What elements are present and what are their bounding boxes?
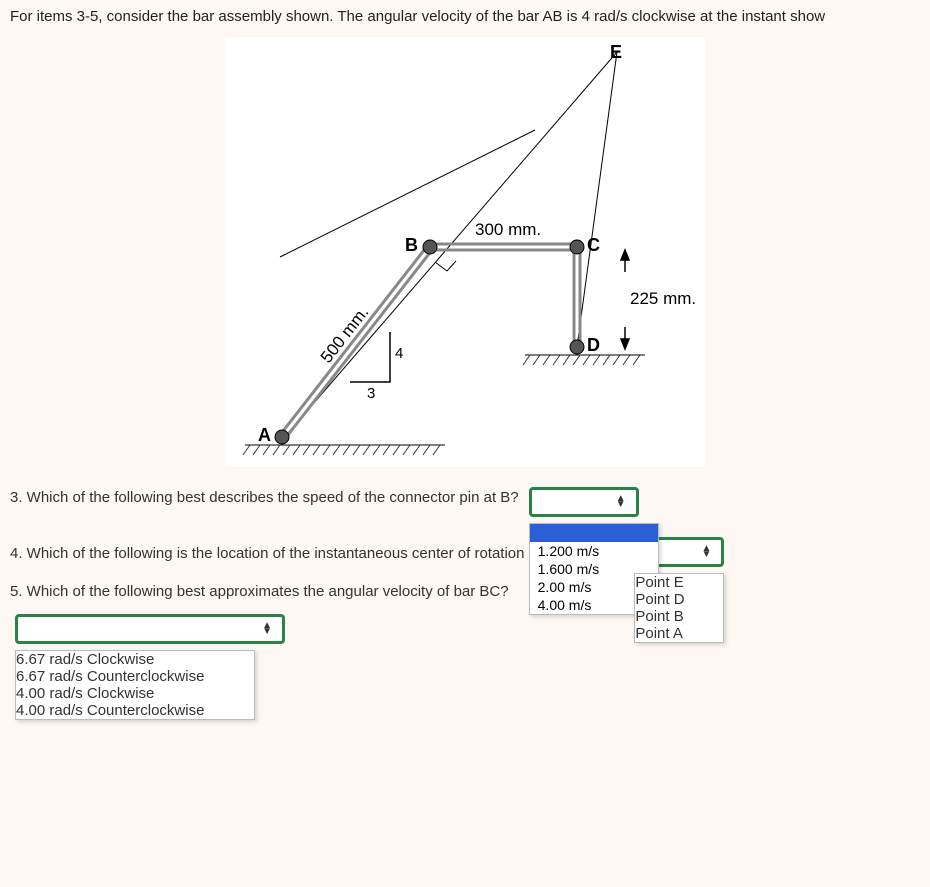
q4-option[interactable]: Point B (635, 608, 723, 625)
q5-option[interactable]: 6.67 rad/s Clockwise (16, 651, 254, 668)
q3-blank-selected[interactable] (530, 524, 658, 542)
q5-dropdown[interactable]: 6.67 rad/s Clockwise 6.67 rad/s Counterc… (15, 650, 255, 720)
question-3-text: 3. Which of the following best describes… (10, 487, 519, 506)
label-slope-run: 3 (367, 385, 375, 402)
chevron-updown-icon: ▲▼ (616, 496, 626, 508)
q3-select[interactable]: ▲▼ (529, 487, 639, 517)
question-5-text: 5. Which of the following best approxima… (10, 581, 509, 600)
diagram-figure: E B C D A 300 mm. 225 mm. 500 mm. 3 4 (225, 37, 705, 467)
q5-option[interactable]: 6.67 rad/s Counterclockwise (16, 668, 254, 685)
question-5-row: 5. Which of the following best approxima… (10, 581, 920, 600)
label-dim-cd: 225 mm. (630, 289, 696, 309)
question-4-text: 4. Which of the following is the locatio… (10, 543, 600, 562)
label-slope-rise: 4 (395, 345, 403, 362)
label-B: B (405, 235, 418, 256)
label-dim-bc: 300 mm. (475, 220, 541, 240)
question-4-row: 4. Which of the following is the locatio… (10, 537, 920, 567)
label-C: C (587, 235, 600, 256)
label-A: A (258, 425, 271, 446)
q4-dropdown[interactable]: Point E Point D Point B Point A (634, 573, 724, 643)
q5-select[interactable]: ▲▼ (15, 614, 285, 644)
intro-text: For items 3-5, consider the bar assembly… (0, 0, 930, 37)
chevron-updown-icon: ▲▼ (701, 546, 711, 558)
label-D: D (587, 335, 600, 356)
label-E: E (610, 42, 622, 63)
q4-option[interactable]: Point A (635, 625, 723, 642)
question-3-row: 3. Which of the following best describes… (0, 477, 930, 527)
q3-option[interactable]: 1.200 m/s (530, 542, 658, 560)
q5-option[interactable]: 4.00 rad/s Clockwise (16, 685, 254, 702)
diagram-container: E B C D A 300 mm. 225 mm. 500 mm. 3 4 (0, 37, 930, 477)
chevron-updown-icon: ▲▼ (262, 623, 272, 635)
q4-option[interactable]: Point E (635, 574, 723, 591)
q5-option[interactable]: 4.00 rad/s Counterclockwise (16, 702, 254, 719)
q4-option[interactable]: Point D (635, 591, 723, 608)
